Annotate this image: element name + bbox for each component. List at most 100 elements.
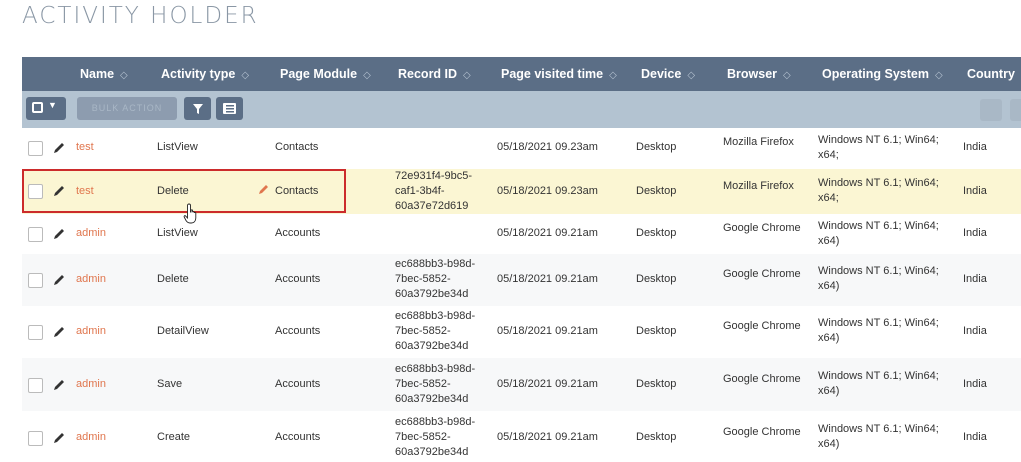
country: India: [963, 325, 987, 337]
table-row[interactable]: admin ListView Accounts 05/18/2021 09.21…: [22, 214, 1021, 255]
device: Desktop: [636, 141, 677, 153]
row-checkbox[interactable]: [28, 227, 43, 242]
operating-system: Windows NT 6.1; Win64; x64;: [818, 134, 939, 161]
browser: Mozilla Firefox: [723, 180, 794, 192]
operating-system: Windows NT 6.1; Win64; x64): [818, 370, 939, 397]
operating-system: Windows NT 6.1; Win64; x64): [818, 265, 939, 292]
column-label: Page visited time: [501, 67, 604, 81]
row-checkbox[interactable]: [28, 141, 43, 156]
sort-icon[interactable]: ◇: [609, 70, 617, 81]
checkbox-icon: [32, 102, 43, 113]
table-row[interactable]: test ListView Contacts 05/18/2021 09.23a…: [22, 128, 1021, 170]
name-link[interactable]: admin: [76, 378, 106, 390]
column-label: Record ID: [398, 67, 458, 81]
record-id: ec688bb3-b98d-7bec-5852-60a3792be34d: [395, 416, 476, 458]
activity-type: Delete: [157, 273, 189, 285]
sort-icon[interactable]: ◇: [120, 70, 128, 81]
pencil-icon[interactable]: [52, 227, 66, 241]
activity-type: ListView: [157, 141, 198, 153]
select-all-dropdown[interactable]: ▼: [26, 97, 66, 120]
filter-button[interactable]: [184, 97, 211, 120]
country: India: [963, 227, 987, 239]
pencil-icon[interactable]: [52, 378, 66, 392]
column-label: Name: [80, 67, 115, 81]
device: Desktop: [636, 378, 677, 390]
name-link[interactable]: test: [76, 141, 94, 153]
table-row[interactable]: admin Save Accounts ec688bb3-b98d-7bec-5…: [22, 358, 1021, 412]
column-header-name[interactable]: Name ◇: [80, 57, 128, 91]
browser: Google Chrome: [723, 222, 801, 234]
device: Desktop: [636, 431, 677, 443]
page-visited-time: 05/18/2021 09.21am: [497, 378, 598, 390]
column-chooser-icon: [223, 103, 236, 114]
pagination-previous-button[interactable]: [1010, 99, 1021, 121]
column-label: Browser: [727, 67, 778, 81]
name-link[interactable]: admin: [76, 431, 106, 443]
sort-icon[interactable]: ◇: [463, 70, 471, 81]
row-checkbox[interactable]: [28, 378, 43, 393]
column-label: Activity type: [161, 67, 236, 81]
sort-icon[interactable]: ◇: [241, 70, 249, 81]
device: Desktop: [636, 227, 677, 239]
column-label: Page Module: [280, 67, 358, 81]
sort-icon[interactable]: ◇: [363, 70, 371, 81]
page-module: Accounts: [275, 378, 321, 390]
browser: Google Chrome: [723, 373, 801, 385]
activity-type: ListView: [157, 227, 198, 239]
row-checkbox[interactable]: [28, 325, 43, 340]
page-module: Accounts: [275, 273, 321, 285]
table-row[interactable]: admin DetailView Accounts ec688bb3-b98d-…: [22, 306, 1021, 359]
pencil-icon[interactable]: [52, 325, 66, 339]
device: Desktop: [636, 273, 677, 285]
column-header-browser[interactable]: Browser ◇: [727, 57, 791, 91]
record-id: ec688bb3-b98d-7bec-5852-60a3792be34d: [395, 310, 476, 352]
list-toolbar: ▼ BULK ACTION: [22, 91, 1021, 128]
table-row[interactable]: admin Delete Accounts ec688bb3-b98d-7bec…: [22, 254, 1021, 307]
pencil-icon[interactable]: [52, 141, 66, 155]
sort-icon[interactable]: ◇: [935, 70, 943, 81]
column-header-record-id[interactable]: Record ID ◇: [398, 57, 471, 91]
activity-type: Create: [157, 431, 191, 443]
sort-icon[interactable]: ◇: [783, 70, 791, 81]
activity-type: Save: [157, 378, 183, 390]
list-view-panel: Name ◇ Activity type ◇ Page Module ◇ Record…: [22, 57, 1021, 462]
page-module: Contacts: [275, 141, 319, 153]
row-checkbox[interactable]: [28, 273, 43, 288]
browser: Google Chrome: [723, 320, 801, 332]
record-id: 72e931f4-9bc5-caf1-3b4f-60a37e72d619: [395, 170, 473, 212]
column-label: Country: [967, 67, 1015, 81]
column-header-activity-type[interactable]: Activity type ◇: [161, 57, 249, 91]
operating-system: Windows NT 6.1; Win64; x64;: [818, 177, 939, 204]
table-row[interactable]: admin Create Accounts ec688bb3-b98d-7bec…: [22, 411, 1021, 462]
table-header: Name ◇ Activity type ◇ Page Module ◇ Record…: [22, 57, 1021, 91]
pencil-icon[interactable]: [52, 273, 66, 287]
filter-icon: [192, 104, 203, 114]
country: India: [963, 431, 987, 443]
bulk-action-button[interactable]: BULK ACTION: [77, 97, 177, 120]
page-title: ACTIVITY HOLDER: [22, 3, 259, 29]
country: India: [963, 141, 987, 153]
country: India: [963, 273, 987, 285]
sort-icon[interactable]: ◇: [687, 70, 695, 81]
column-header-page-visited-time[interactable]: Page visited time ◇: [501, 57, 617, 91]
hand-pointer-icon: [183, 203, 197, 224]
name-link[interactable]: admin: [76, 325, 106, 337]
name-link[interactable]: admin: [76, 227, 106, 239]
column-header-country[interactable]: Country: [967, 57, 1015, 91]
page-visited-time: 05/18/2021 09.21am: [497, 273, 598, 285]
page-visited-time: 05/18/2021 09.21am: [497, 227, 598, 239]
page-module: Accounts: [275, 431, 321, 443]
page-module: Accounts: [275, 227, 321, 239]
row-checkbox[interactable]: [28, 431, 43, 446]
page-module: Accounts: [275, 325, 321, 337]
column-header-page-module[interactable]: Page Module ◇: [280, 57, 371, 91]
column-header-operating-system[interactable]: Operating System ◇: [822, 57, 943, 91]
column-header-device[interactable]: Device ◇: [641, 57, 695, 91]
browser: Google Chrome: [723, 426, 801, 438]
activity-type: DetailView: [157, 325, 209, 337]
column-chooser-button[interactable]: [216, 97, 243, 120]
pagination-start-button[interactable]: [980, 99, 1002, 121]
page-visited-time: 05/18/2021 09.23am: [497, 141, 598, 153]
name-link[interactable]: admin: [76, 273, 106, 285]
pencil-icon[interactable]: [52, 431, 66, 445]
